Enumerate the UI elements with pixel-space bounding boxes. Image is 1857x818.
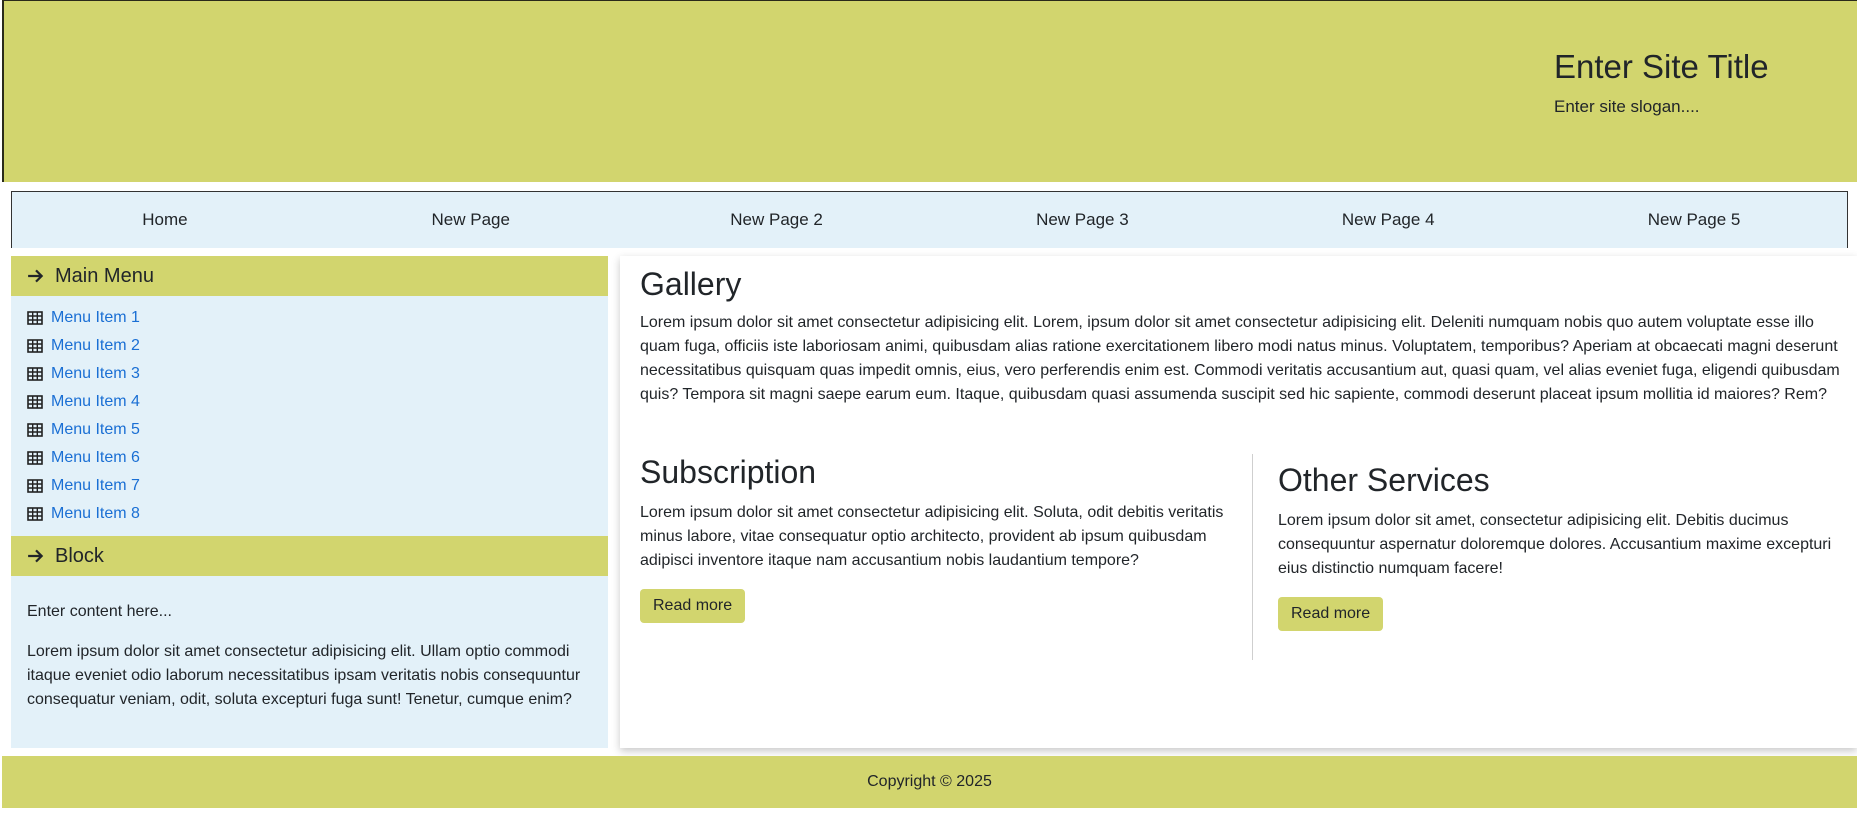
site-slogan: Enter site slogan.... [1554,97,1700,116]
other-services-read-more-button[interactable]: Read more [1278,597,1384,631]
menu-item-link[interactable]: Menu Item 2 [51,337,140,355]
table-icon [27,311,43,325]
table-icon [27,507,43,521]
table-icon [27,451,43,465]
nav-item-new-page-3[interactable]: New Page 3 [929,192,1235,248]
copyright-text: Copyright © 2025 [867,773,992,790]
other-services-section: Other Services Lorem ipsum dolor sit ame… [1278,462,1838,631]
nav-item-new-page-4[interactable]: New Page 4 [1235,192,1541,248]
block-body: Enter content here... Lorem ipsum dolor … [11,576,608,744]
nav-item-home[interactable]: Home [12,192,318,248]
table-icon [27,395,43,409]
site-title: Enter Site Title [1554,48,1769,85]
other-services-text: Lorem ipsum dolor sit amet, consectetur … [1278,512,1832,577]
menu-item-link[interactable]: Menu Item 1 [51,309,140,327]
menu-item: Menu Item 5 [27,416,608,444]
menu-item-link[interactable]: Menu Item 3 [51,365,140,383]
arrow-right-icon [28,269,44,283]
menu-item-link[interactable]: Menu Item 8 [51,505,140,523]
table-icon [27,367,43,381]
menu-item: Menu Item 8 [27,500,608,528]
menu-item: Menu Item 3 [27,360,608,388]
other-services-title: Other Services [1278,462,1490,498]
main-menu-header: Main Menu [11,256,608,296]
subscription-section: Subscription Lorem ipsum dolor sit amet … [640,454,1230,623]
main-menu-list: Menu Item 1 Menu Item 2 Menu Item 3 Menu… [11,296,608,536]
gallery-title: Gallery [640,266,742,302]
menu-item: Menu Item 4 [27,388,608,416]
menu-item: Menu Item 6 [27,444,608,472]
subscription-read-more-button[interactable]: Read more [640,589,746,623]
block-title: Block [55,544,104,567]
site-header: Enter Site Title Enter site slogan.... [2,0,1857,182]
block-intro: Enter content here... [27,603,172,620]
menu-item-link[interactable]: Menu Item 6 [51,449,140,467]
menu-item: Menu Item 1 [27,304,608,332]
block-text: Lorem ipsum dolor sit amet consectetur a… [27,643,581,708]
arrow-right-icon [28,549,44,563]
menu-item-link[interactable]: Menu Item 4 [51,393,140,411]
nav-item-new-page[interactable]: New Page [318,192,624,248]
menu-item-link[interactable]: Menu Item 7 [51,477,140,495]
main-navigation: Home New Page New Page 2 New Page 3 New … [11,191,1848,248]
subscription-text: Lorem ipsum dolor sit amet consectetur a… [640,504,1224,569]
table-icon [27,339,43,353]
main-menu-title: Main Menu [55,264,154,287]
subscription-title: Subscription [640,454,817,490]
menu-item: Menu Item 2 [27,332,608,360]
sidebar: Main Menu Menu Item 1 Menu Item 2 Menu I… [11,256,608,748]
menu-item-link[interactable]: Menu Item 5 [51,421,140,439]
nav-item-new-page-5[interactable]: New Page 5 [1541,192,1847,248]
main-content: Gallery Lorem ipsum dolor sit amet conse… [620,256,1857,748]
block-header: Block [11,536,608,576]
table-icon [27,479,43,493]
menu-item: Menu Item 7 [27,472,608,500]
gallery-text: Lorem ipsum dolor sit amet consectetur a… [640,314,1840,403]
column-divider [1252,454,1253,660]
site-footer: Copyright © 2025 [2,756,1857,808]
nav-item-new-page-2[interactable]: New Page 2 [624,192,930,248]
table-icon [27,423,43,437]
